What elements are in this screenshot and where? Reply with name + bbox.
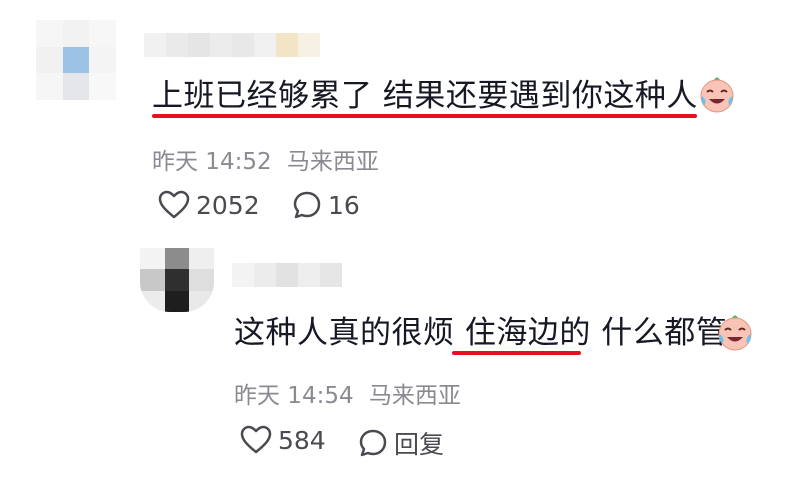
comment-red-underline	[152, 114, 697, 118]
avatar[interactable]	[36, 20, 116, 100]
reply-label: 回复	[394, 430, 445, 459]
reply-location: 马来西亚	[368, 383, 461, 409]
like-count: 2052	[196, 190, 260, 220]
reply-count: 16	[328, 190, 360, 220]
heart-outline-icon	[158, 190, 190, 219]
speech-bubble-icon	[359, 429, 387, 457]
comment-text: 上班已经够累了 结果还要遇到你这种人	[152, 78, 698, 114]
reply-text-start: 这种人真的很烦	[234, 315, 465, 351]
like-button[interactable]: 2052	[158, 190, 260, 220]
reply-avatar[interactable]	[140, 248, 214, 312]
reply-like-button[interactable]: 584	[240, 425, 326, 455]
username-blurred[interactable]	[144, 33, 320, 57]
reply-button[interactable]: 回复	[358, 425, 444, 461]
reply-text-end: 什么都管	[590, 315, 728, 351]
reply-count-button[interactable]: 16	[292, 190, 360, 220]
crying-laughing-face-emoji	[718, 315, 752, 351]
comment-location: 马来西亚	[286, 149, 379, 175]
reply-username-blurred[interactable]	[232, 263, 342, 287]
reply-time: 昨天 14:54	[234, 383, 354, 409]
speech-bubble-icon	[293, 191, 321, 219]
reply-text-highlight: 住海边的	[464, 315, 591, 351]
crying-laughing-face-emoji	[700, 77, 734, 113]
reply-like-count: 584	[278, 425, 326, 455]
comment-meta: 昨天 14:52 马来西亚	[152, 142, 379, 176]
reply-text: 这种人真的很烦 住海边的 什么都管	[234, 313, 727, 353]
reply-meta: 昨天 14:54 马来西亚	[234, 376, 461, 410]
heart-outline-icon	[240, 425, 272, 454]
reply-red-underline	[452, 351, 581, 355]
comment-time: 昨天 14:52	[152, 149, 272, 175]
